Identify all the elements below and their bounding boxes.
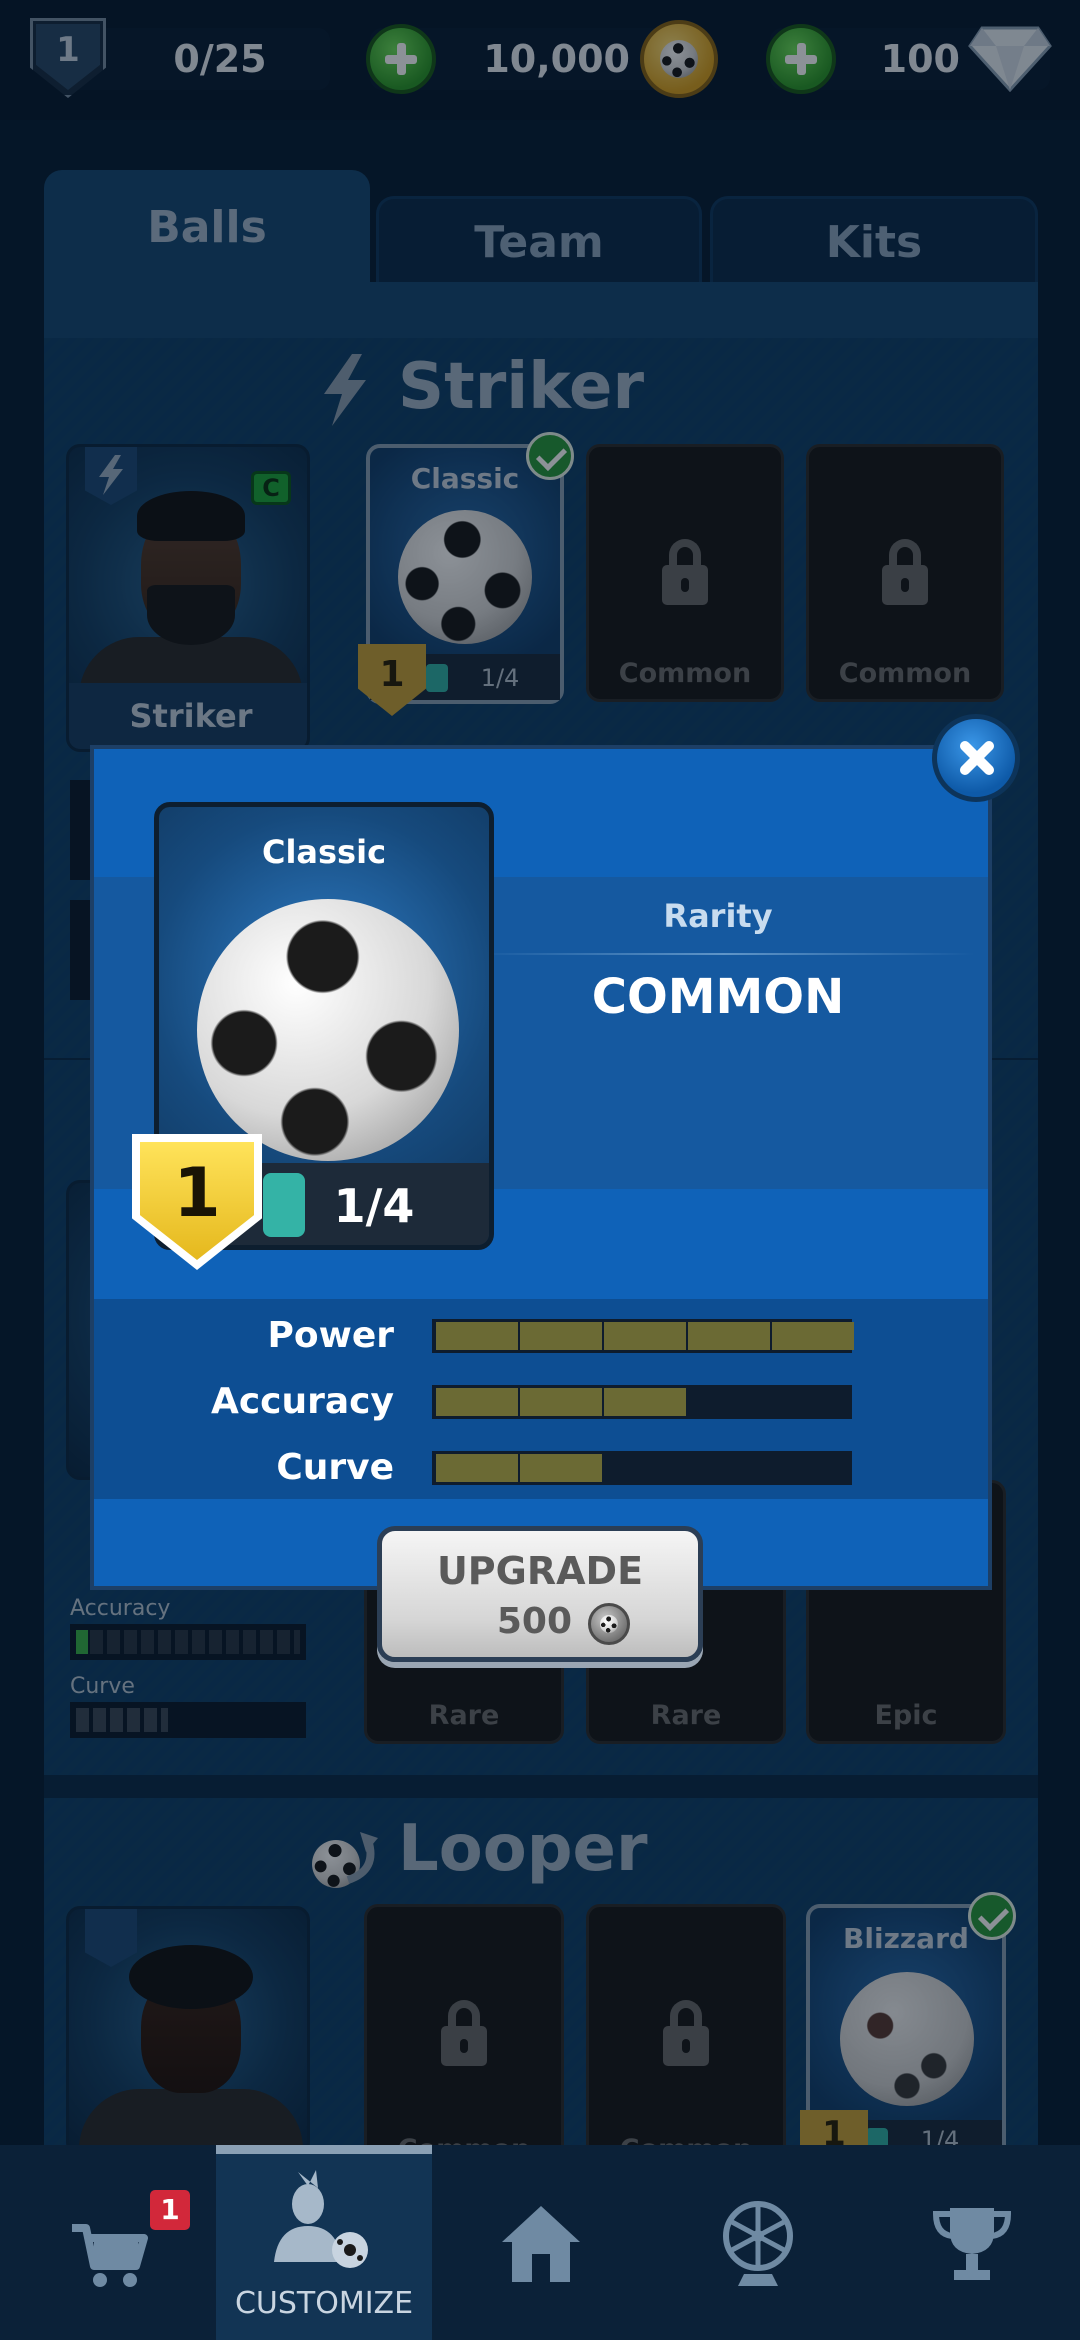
stat-label-accuracy: Accuracy xyxy=(210,1381,394,1422)
stat-segment xyxy=(520,1388,602,1416)
upgrade-cost: 500 xyxy=(496,1601,572,1642)
modal-ball-image xyxy=(197,899,459,1161)
modal-ball-level: 1 xyxy=(173,1154,221,1233)
stat-segment xyxy=(604,1388,686,1416)
stat-label-power: Power xyxy=(267,1315,394,1356)
wheel-icon xyxy=(720,2200,796,2286)
rarity-value: COMMON xyxy=(591,969,845,1025)
nav-customize[interactable]: CUSTOMIZE xyxy=(216,2150,432,2340)
stat-segment xyxy=(604,1322,686,1350)
trophy-icon xyxy=(932,2204,1012,2284)
home-icon xyxy=(500,2202,582,2284)
stat-segment xyxy=(436,1454,518,1482)
modal-ball-name: Classic xyxy=(261,833,387,871)
modal-ball-progress: 1/4 xyxy=(333,1179,415,1233)
coin-icon xyxy=(588,1603,630,1645)
customize-icon xyxy=(268,2166,378,2276)
stat-segment xyxy=(772,1388,854,1416)
stat-segment xyxy=(520,1454,602,1482)
nav-trophy[interactable] xyxy=(864,2150,1080,2340)
stat-segment xyxy=(436,1322,518,1350)
upgrade-button[interactable]: UPGRADE 500 xyxy=(377,1526,703,1662)
notification-badge: 1 xyxy=(150,2190,190,2230)
rarity-label: Rarity xyxy=(663,897,773,935)
stat-segment xyxy=(688,1454,770,1482)
stat-bar-power xyxy=(432,1319,854,1353)
close-button[interactable] xyxy=(932,714,1020,802)
stat-segment xyxy=(604,1454,686,1482)
stat-segment xyxy=(688,1388,770,1416)
stat-segment xyxy=(772,1454,854,1482)
cart-icon xyxy=(70,2222,150,2292)
upgrade-label: UPGRADE xyxy=(436,1549,644,1593)
nav-customize-label: CUSTOMIZE xyxy=(234,2286,414,2321)
stat-bar-curve xyxy=(432,1451,852,1485)
nav-wheel[interactable] xyxy=(648,2150,864,2340)
stat-segment xyxy=(772,1322,854,1350)
nav-home[interactable] xyxy=(432,2150,648,2340)
stat-segment xyxy=(688,1322,770,1350)
stat-segment xyxy=(436,1388,518,1416)
stat-segment xyxy=(520,1322,602,1350)
nav-shop[interactable]: 1 xyxy=(0,2150,216,2340)
stat-bar-accuracy xyxy=(432,1385,852,1419)
stat-label-curve: Curve xyxy=(276,1447,394,1488)
progress-pip xyxy=(263,1173,305,1237)
